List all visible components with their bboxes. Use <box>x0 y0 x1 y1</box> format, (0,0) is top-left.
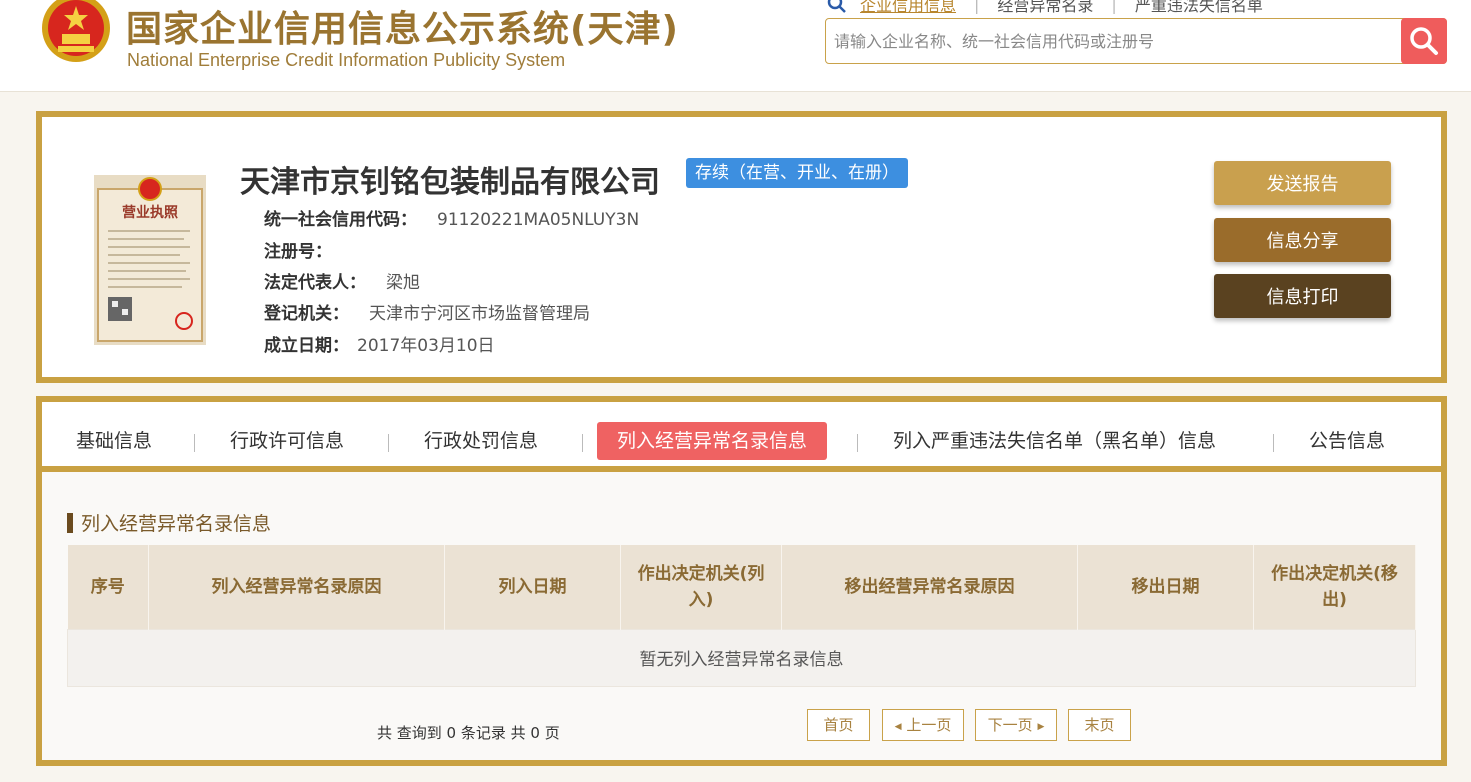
section-marker <box>67 512 73 533</box>
tab-divider <box>582 434 583 452</box>
search-input[interactable] <box>834 25 1394 57</box>
tab-basic-info[interactable]: 基础信息 <box>76 422 152 460</box>
abnormal-list-table: 序号 列入经营异常名录原因 列入日期 作出决定机关(列入) 移出经营异常名录原因… <box>67 545 1416 687</box>
company-card: 营业执照 天津市京钊铭包装制品有限公司 存续（在营、开业、在册） 统一社会信用代… <box>36 111 1447 383</box>
share-info-button[interactable]: 信息分享 <box>1214 218 1391 262</box>
table-header-row: 序号 列入经营异常名录原因 列入日期 作出决定机关(列入) 移出经营异常名录原因… <box>67 545 1416 629</box>
column-header: 作出决定机关(列入) <box>620 545 782 629</box>
column-header: 列入经营异常名录原因 <box>148 545 445 629</box>
tab-divider <box>194 434 195 452</box>
first-page-button[interactable]: 首页 <box>807 709 870 741</box>
info-value: 天津市宁河区市场监督管理局 <box>369 304 590 324</box>
last-page-button[interactable]: 末页 <box>1068 709 1131 741</box>
column-header: 移出经营异常名录原因 <box>781 545 1078 629</box>
site-subtitle: National Enterprise Credit Information P… <box>127 50 566 70</box>
table-row: 暂无列入经营异常名录信息 <box>67 628 1416 687</box>
info-label: 注册号： <box>264 242 332 262</box>
search-icon <box>1410 27 1438 55</box>
info-value: 91120221MA05NLUY3N <box>437 210 640 230</box>
tab-divider <box>1273 434 1274 452</box>
tab-admin-penalty[interactable]: 行政处罚信息 <box>424 422 538 460</box>
tab-admin-license[interactable]: 行政许可信息 <box>230 422 344 460</box>
top-nav: 企业信用信息 | 经营异常名录 | 严重违法失信名单 <box>826 0 1263 16</box>
company-name: 天津市京钊铭包装制品有限公司 <box>240 165 660 200</box>
business-license-image: 营业执照 <box>94 175 206 345</box>
column-header: 序号 <box>67 545 149 629</box>
info-legal-rep: 法定代表人： 梁旭 <box>264 268 420 293</box>
status-badge: 存续（在营、开业、在册） <box>686 158 908 188</box>
tab-divider <box>857 434 858 452</box>
pagination-summary: 共 查询到 0 条记录 共 0 页 <box>377 724 560 742</box>
info-value: 梁旭 <box>386 273 420 293</box>
search-button[interactable] <box>1401 18 1447 64</box>
section-title: 列入经营异常名录信息 <box>67 509 271 536</box>
empty-message: 暂无列入经营异常名录信息 <box>67 628 1416 687</box>
nav-divider: | <box>974 0 980 14</box>
info-label: 法定代表人： <box>264 273 366 293</box>
prev-page-label: 上一页 <box>906 716 952 734</box>
column-header: 移出日期 <box>1077 545 1254 629</box>
next-page-button[interactable]: 下一页 ▶ <box>975 709 1057 741</box>
national-emblem-icon <box>42 0 110 62</box>
section-title-text: 列入经营异常名录信息 <box>81 513 272 535</box>
info-label: 登记机关： <box>264 304 349 324</box>
send-report-button[interactable]: 发送报告 <box>1214 161 1391 205</box>
info-registry-authority: 登记机关： 天津市宁河区市场监督管理局 <box>264 299 590 324</box>
detail-panel: 基础信息 行政许可信息 行政处罚信息 列入经营异常名录信息 列入严重违法失信名单… <box>36 396 1447 766</box>
nav-enterprise-credit[interactable]: 企业信用信息 <box>860 0 956 16</box>
info-reg-number: 注册号： <box>264 237 352 262</box>
nav-abnormal-list[interactable]: 经营异常名录 <box>997 0 1093 16</box>
tab-announcements[interactable]: 公告信息 <box>1309 422 1385 460</box>
site-header: 国家企业信用信息公示系统(天津) National Enterprise Cre… <box>0 0 1471 92</box>
nav-blacklist[interactable]: 严重违法失信名单 <box>1135 0 1263 16</box>
caret-left-icon: ◀ <box>894 722 902 732</box>
prev-page-button[interactable]: ◀ 上一页 <box>882 709 964 741</box>
site-title: 国家企业信用信息公示系统(天津) <box>126 9 679 50</box>
info-value: 2017年03月10日 <box>357 336 495 356</box>
tab-abnormal-list[interactable]: 列入经营异常名录信息 <box>597 422 828 460</box>
info-label: 成立日期： <box>264 336 349 356</box>
print-info-button[interactable]: 信息打印 <box>1214 274 1391 318</box>
nav-divider: | <box>1111 0 1117 14</box>
column-header: 作出决定机关(移出) <box>1253 545 1416 629</box>
caret-right-icon: ▶ <box>1037 722 1045 732</box>
tab-blacklist[interactable]: 列入严重违法失信名单（黑名单）信息 <box>893 422 1216 460</box>
info-establish-date: 成立日期： 2017年03月10日 <box>264 331 495 356</box>
info-credit-code: 统一社会信用代码： 91120221MA05NLUY3N <box>264 205 639 230</box>
next-page-label: 下一页 <box>987 716 1033 734</box>
tab-divider <box>388 434 389 452</box>
column-header: 列入日期 <box>444 545 621 629</box>
info-label: 统一社会信用代码： <box>264 210 417 230</box>
search-box <box>825 18 1447 64</box>
tab-bar: 基础信息 行政许可信息 行政处罚信息 列入经营异常名录信息 列入严重违法失信名单… <box>42 402 1441 472</box>
search-small-icon <box>827 0 846 13</box>
license-title: 营业执照 <box>122 204 178 221</box>
